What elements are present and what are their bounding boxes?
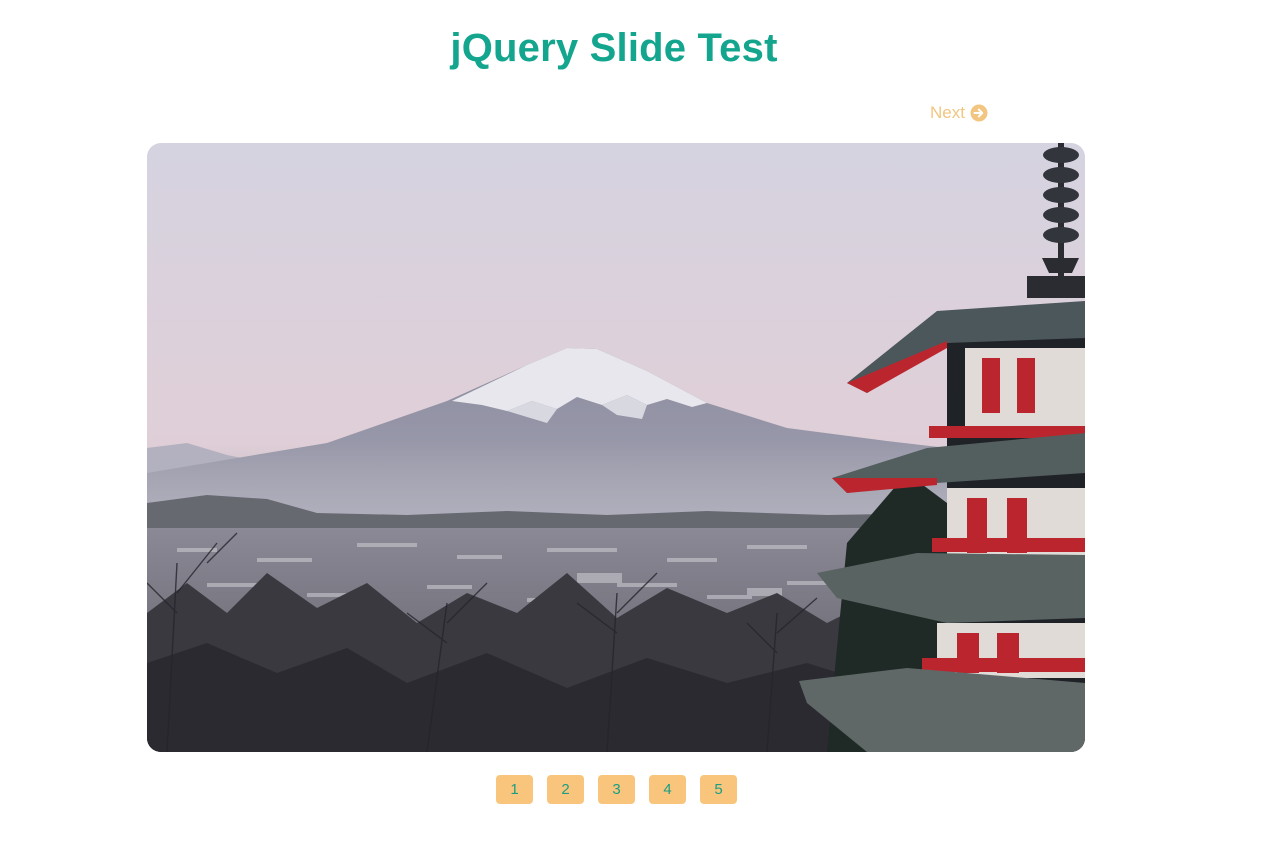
next-label: Next <box>930 103 965 122</box>
page-button-4[interactable]: 4 <box>649 775 686 804</box>
arrow-circle-right-icon <box>970 104 988 122</box>
slide-pagination: 1 2 3 4 5 <box>496 775 737 804</box>
page-button-3[interactable]: 3 <box>598 775 635 804</box>
page-button-2[interactable]: 2 <box>547 775 584 804</box>
page-button-5[interactable]: 5 <box>700 775 737 804</box>
next-button[interactable]: Next <box>930 103 988 123</box>
page-title: jQuery Slide Test <box>450 26 778 70</box>
page-button-1[interactable]: 1 <box>496 775 533 804</box>
slide-image <box>147 143 1085 752</box>
slide-test-page: jQuery Slide Test Next 1 2 3 4 5 <box>0 0 1272 844</box>
fuji-pagoda-photo <box>147 143 1085 752</box>
